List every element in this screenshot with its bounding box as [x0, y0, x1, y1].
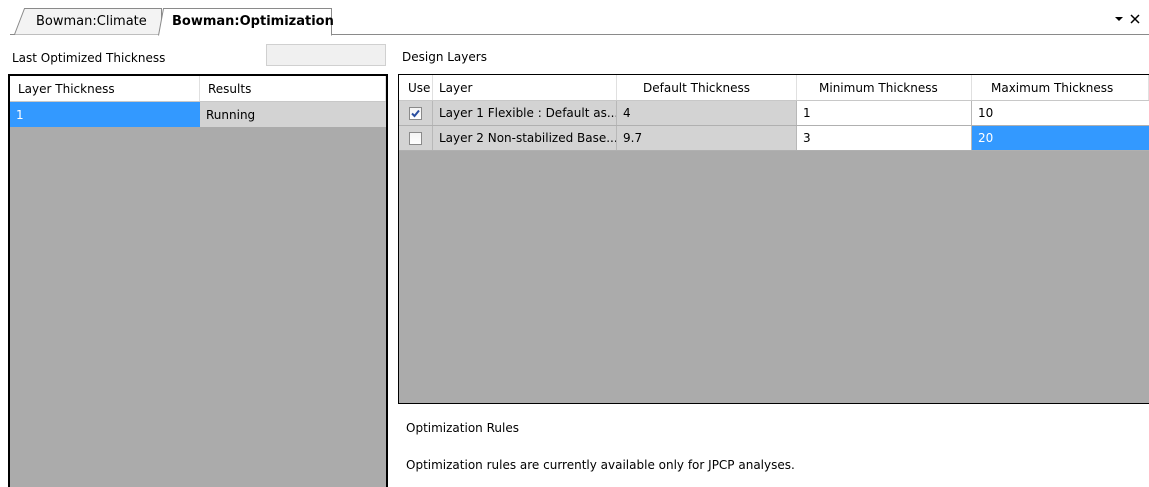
column-header-default-thickness[interactable]: Default Thickness — [617, 75, 797, 100]
document-tab-strip: Bowman:Climate Bowman:Optimization — [0, 0, 1149, 40]
column-header-results[interactable]: Results — [200, 76, 386, 101]
column-header-maximum-thickness[interactable]: Maximum Thickness — [972, 75, 1149, 100]
use-checkbox-checked[interactable] — [409, 106, 422, 120]
window-controls — [1113, 12, 1141, 26]
minimum-thickness-cell[interactable]: 3 — [797, 126, 972, 150]
layer-cell: Layer 1 Flexible : Default as... — [433, 101, 617, 125]
use-checkbox-unchecked[interactable] — [409, 131, 422, 145]
chevron-down-icon[interactable] — [1113, 12, 1125, 26]
close-icon[interactable] — [1129, 12, 1141, 26]
maximum-thickness-cell[interactable]: 10 — [972, 101, 1149, 125]
use-cell — [399, 126, 433, 150]
checkmark-icon — [411, 109, 420, 117]
column-header-layer[interactable]: Layer — [433, 75, 617, 100]
results-cell[interactable]: Running — [200, 102, 386, 127]
last-optimized-thickness-field — [266, 44, 386, 66]
default-thickness-cell: 9.7 — [617, 126, 797, 150]
column-header-use[interactable]: Use — [399, 75, 433, 100]
tab-bowman-optimization[interactable]: Bowman:Optimization — [158, 8, 334, 36]
layer-cell: Layer 2 Non-stabilized Base... — [433, 126, 617, 150]
table-row[interactable]: Layer 2 Non-stabilized Base... 9.7 3 20 — [399, 126, 1149, 151]
optimization-rules-title: Optimization Rules — [406, 421, 519, 435]
last-optimized-thickness-label: Last Optimized Thickness — [12, 51, 166, 65]
tab-bowman-climate[interactable]: Bowman:Climate — [14, 8, 162, 35]
design-layers-title: Design Layers — [402, 50, 487, 64]
maximum-thickness-cell-selected[interactable]: 20 — [972, 126, 1149, 150]
default-thickness-cell: 4 — [617, 101, 797, 125]
table-row[interactable]: Layer 1 Flexible : Default as... 4 1 10 — [399, 101, 1149, 126]
use-cell — [399, 101, 433, 125]
tab-label: Bowman:Climate — [36, 14, 147, 29]
layer-thickness-cell[interactable]: 1 — [10, 102, 200, 127]
design-layers-grid: Use Layer Default Thickness Minimum Thic… — [398, 74, 1149, 404]
tab-label: Bowman:Optimization — [172, 14, 334, 29]
optimization-results-grid: Layer Thickness Results 1 Running — [8, 74, 388, 487]
column-header-minimum-thickness[interactable]: Minimum Thickness — [797, 75, 972, 100]
design-layers-header: Use Layer Default Thickness Minimum Thic… — [399, 75, 1149, 101]
optimization-rules-text: Optimization rules are currently availab… — [406, 458, 795, 472]
results-grid-header: Layer Thickness Results — [10, 76, 386, 102]
column-header-layer-thickness[interactable]: Layer Thickness — [10, 76, 200, 101]
minimum-thickness-cell[interactable]: 1 — [797, 101, 972, 125]
table-row[interactable]: 1 Running — [10, 102, 386, 127]
